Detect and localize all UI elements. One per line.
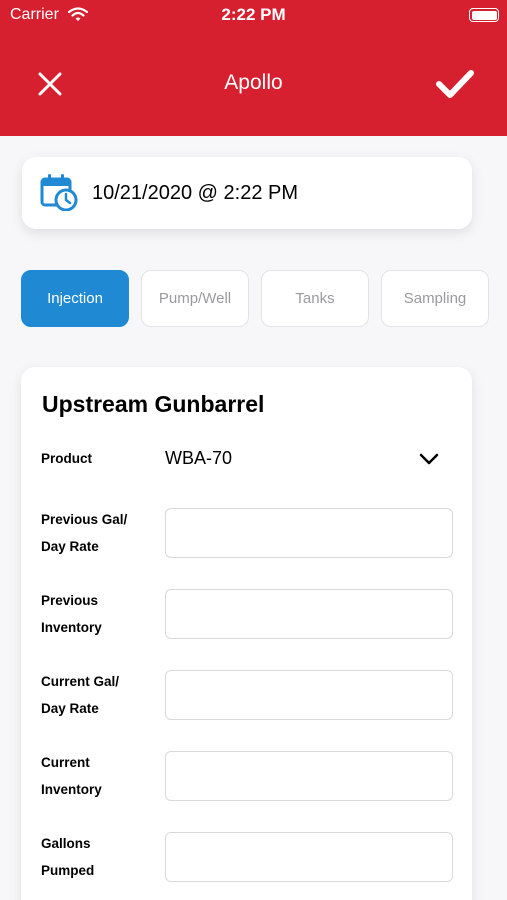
nav-bar: Apollo xyxy=(0,52,507,112)
product-select[interactable]: WBA-70 xyxy=(165,448,232,469)
product-label: Product xyxy=(41,451,93,466)
tab-sampling[interactable]: Sampling xyxy=(381,270,489,327)
current-inventory-input[interactable] xyxy=(165,751,453,801)
status-time: 2:22 PM xyxy=(221,5,286,24)
previous-inventory-label: Previous Inventory xyxy=(41,593,102,635)
form-card: Upstream Gunbarrel Product WBA-70 Previo… xyxy=(21,367,472,900)
gallons-pumped-label: Gallons Pumped xyxy=(41,836,95,878)
gallons-pumped-input[interactable] xyxy=(165,832,453,882)
tab-pump-well[interactable]: Pump/Well xyxy=(141,270,249,327)
app-header: Carrier 2:22 PM Apollo xyxy=(0,0,507,136)
page-title: Apollo xyxy=(224,71,283,94)
calendar-clock-icon xyxy=(40,173,78,216)
confirm-button[interactable] xyxy=(433,64,477,104)
battery-icon xyxy=(469,8,499,22)
previous-gal-day-rate-label: Previous Gal/Day Rate xyxy=(41,512,128,554)
tab-tanks[interactable]: Tanks xyxy=(261,270,369,327)
status-bar: Carrier 2:22 PM xyxy=(0,0,507,30)
section-title: Upstream Gunbarrel xyxy=(42,391,265,417)
datetime-picker[interactable]: 10/21/2020 @ 2:22 PM xyxy=(22,157,472,229)
current-gal-day-rate-label: Current Gal/Day Rate xyxy=(41,674,120,716)
previous-inventory-input[interactable] xyxy=(165,589,453,639)
previous-gal-day-rate-input[interactable] xyxy=(165,508,453,558)
current-gal-day-rate-input[interactable] xyxy=(165,670,453,720)
chevron-down-icon[interactable] xyxy=(417,447,441,476)
datetime-value: 10/21/2020 @ 2:22 PM xyxy=(92,182,298,204)
tab-bar: Injection Pump/Well Tanks Sampling xyxy=(21,270,491,327)
current-inventory-label: Current Inventory xyxy=(41,755,102,797)
tab-injection[interactable]: Injection xyxy=(21,270,129,327)
checkmark-icon xyxy=(436,70,474,98)
